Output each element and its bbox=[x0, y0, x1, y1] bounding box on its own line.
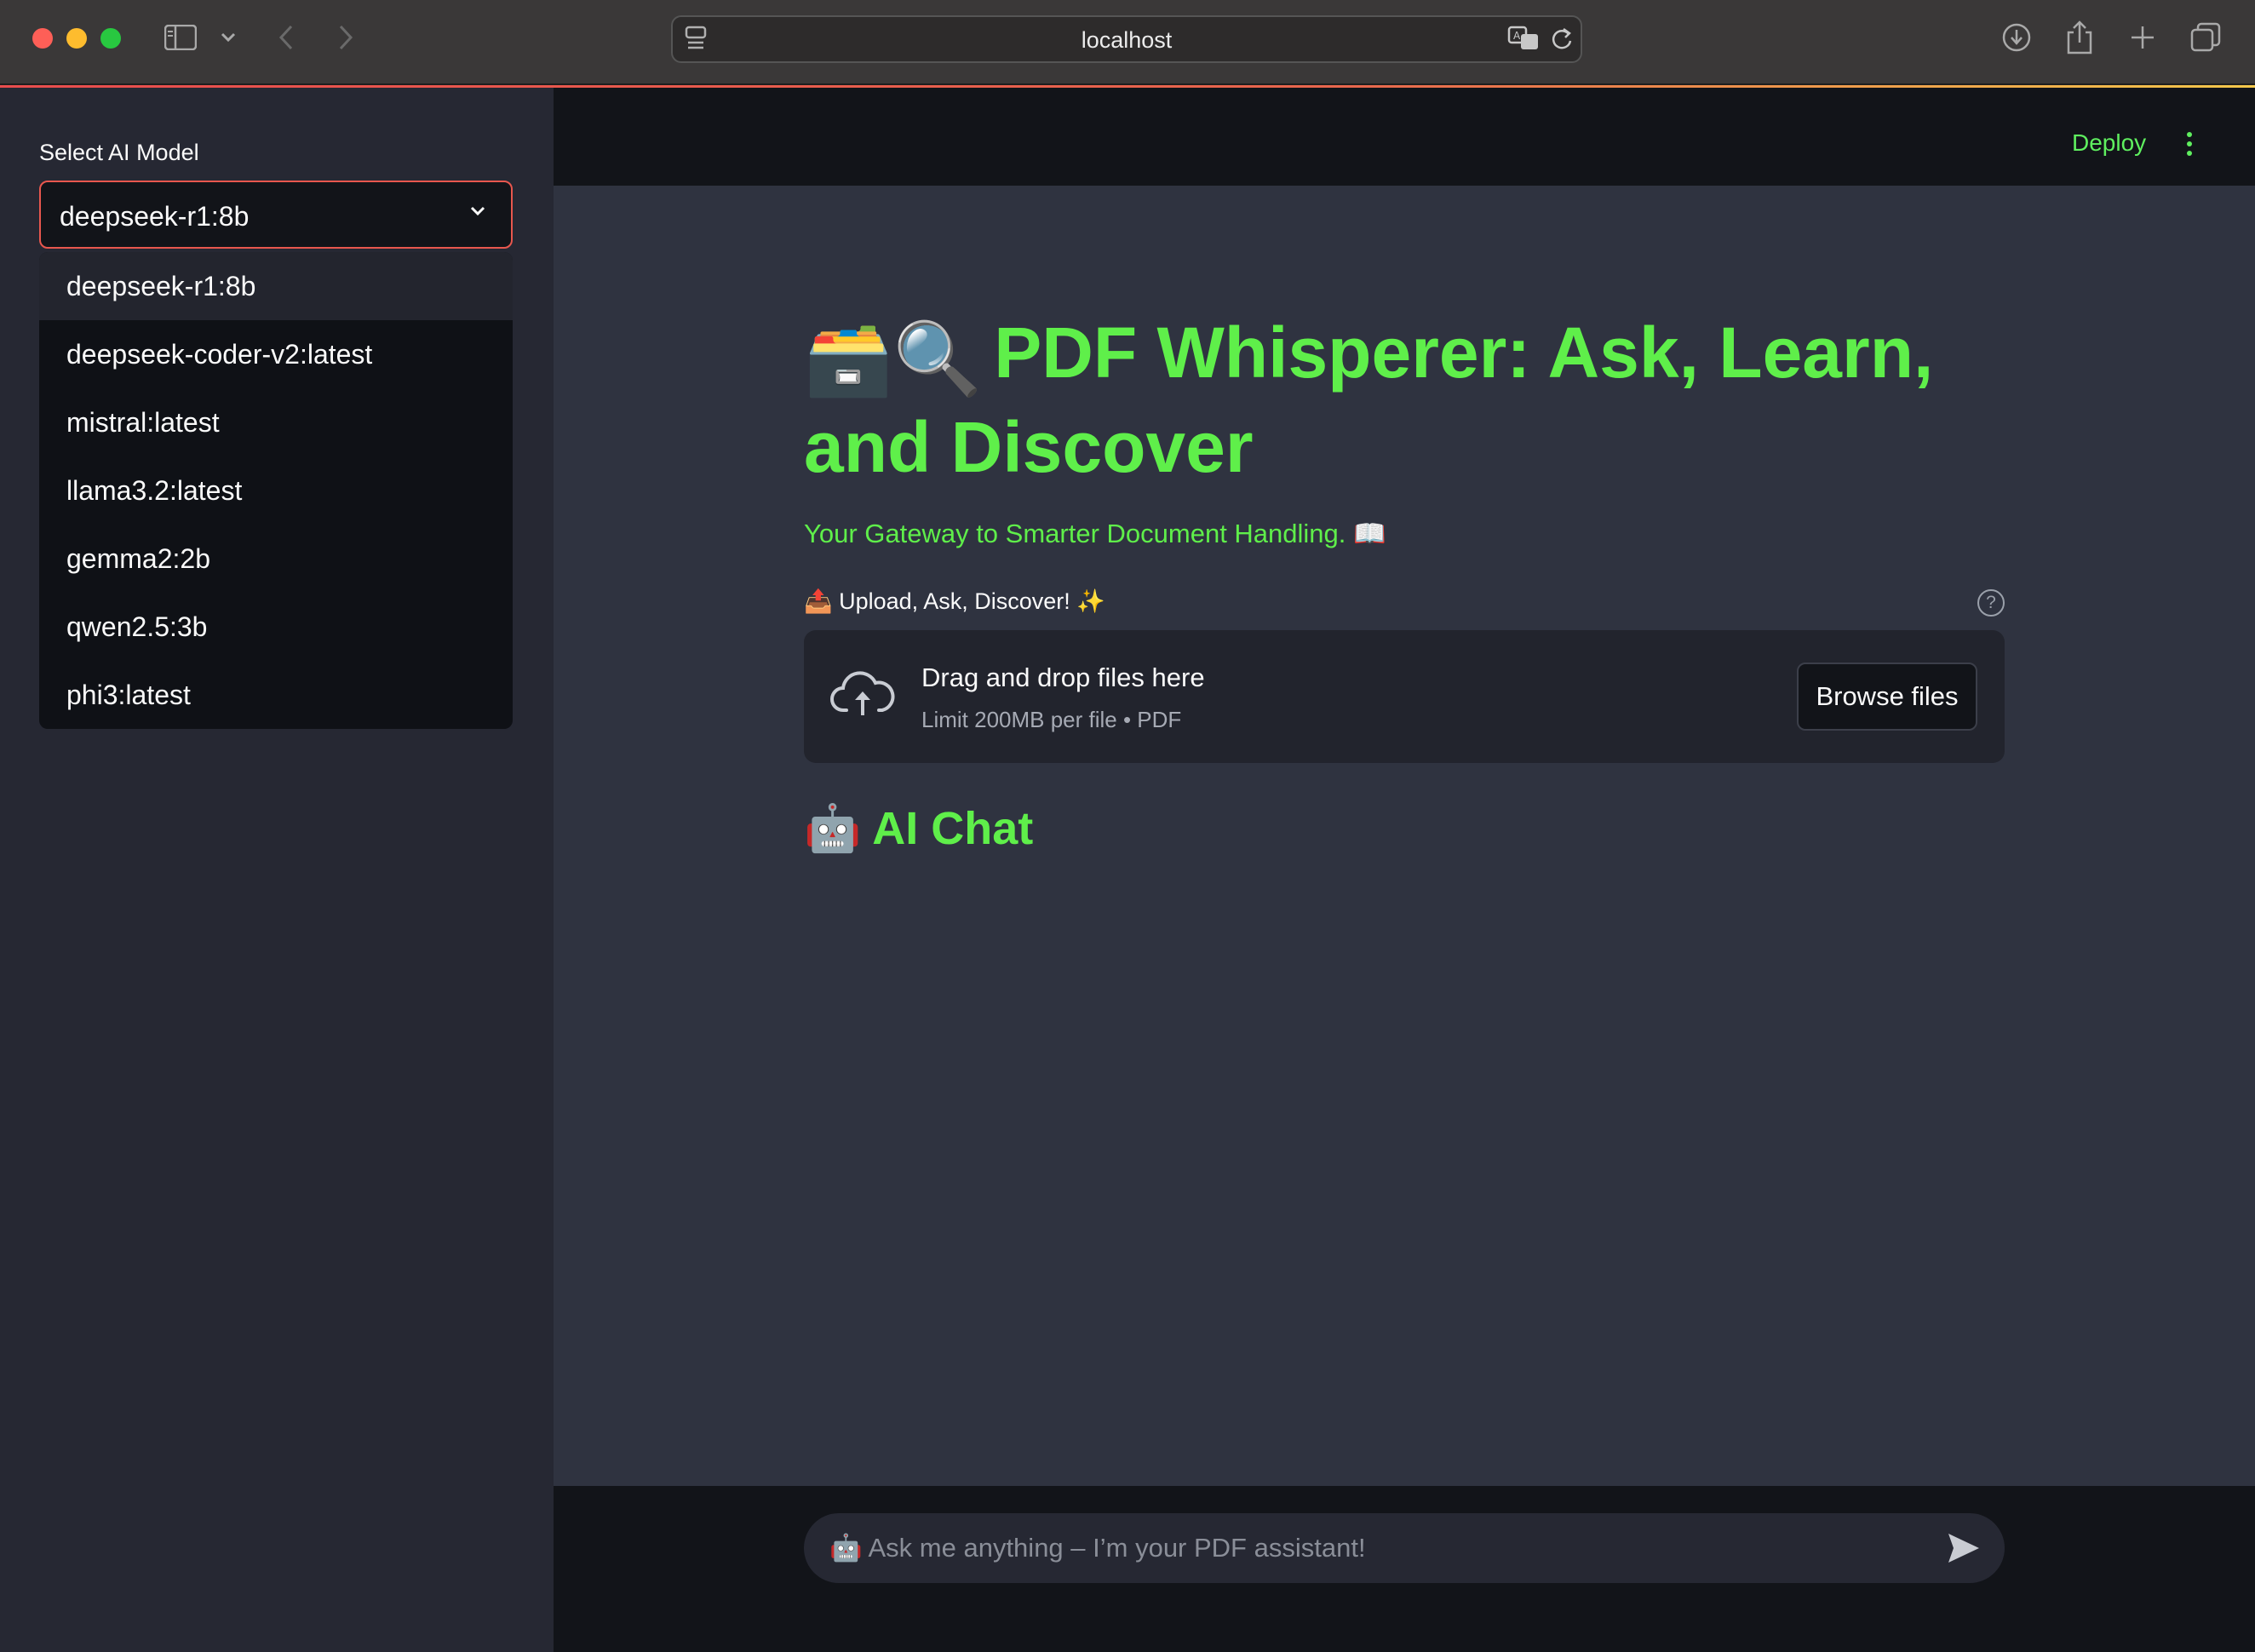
uploader-label: 📤 Upload, Ask, Discover! ✨ bbox=[804, 588, 1105, 614]
url-text: localhost bbox=[1081, 27, 1173, 53]
chevron-down-icon bbox=[470, 206, 485, 216]
download-icon[interactable] bbox=[1998, 19, 2035, 56]
address-bar[interactable]: localhost A bbox=[671, 15, 1582, 63]
translate-icon[interactable]: A bbox=[1507, 24, 1541, 57]
help-icon[interactable]: ? bbox=[1977, 589, 2005, 617]
file-dropzone[interactable]: Drag and drop files here Limit 200MB per… bbox=[804, 630, 2005, 763]
select-model-label: Select AI Model bbox=[39, 140, 199, 165]
dropzone-title: Drag and drop files here bbox=[921, 663, 1205, 692]
dropdown-option-mistral[interactable]: mistral:latest bbox=[39, 388, 513, 456]
cloud-upload-icon bbox=[830, 671, 895, 715]
dropdown-option-phi3[interactable]: phi3:latest bbox=[39, 661, 513, 729]
dropdown-option-llama3-2[interactable]: llama3.2:latest bbox=[39, 456, 513, 525]
dropdown-option-deepseek-coder-v2[interactable]: deepseek-coder-v2:latest bbox=[39, 320, 513, 388]
new-tab-icon[interactable] bbox=[2124, 19, 2161, 56]
zoom-window-button[interactable] bbox=[100, 28, 121, 49]
browse-files-button[interactable]: Browse files bbox=[1797, 663, 1977, 731]
dropdown-option-deepseek-r1-8b[interactable]: deepseek-r1:8b bbox=[39, 252, 513, 320]
deploy-button[interactable]: Deploy bbox=[2072, 129, 2146, 157]
tabs-overview-icon[interactable] bbox=[2187, 19, 2224, 56]
dropzone-limit-text: Limit 200MB per file • PDF bbox=[921, 707, 1182, 732]
svg-text:A: A bbox=[1513, 30, 1521, 42]
page-subtitle: Your Gateway to Smarter Document Handlin… bbox=[804, 519, 1386, 548]
forward-icon[interactable] bbox=[327, 19, 364, 56]
close-window-button[interactable] bbox=[32, 28, 53, 49]
chat-input[interactable]: 🤖 Ask me anything – I’m your PDF assista… bbox=[804, 1513, 2005, 1583]
more-options-icon[interactable] bbox=[2185, 132, 2194, 158]
dropdown-option-gemma2[interactable]: gemma2:2b bbox=[39, 525, 513, 593]
ai-chat-heading: 🤖 AI Chat bbox=[804, 803, 1034, 854]
browser-toolbar: localhost A bbox=[0, 0, 2255, 85]
share-icon[interactable] bbox=[2061, 19, 2098, 56]
page-title: 🗃️🔍 PDF Whisperer: Ask, Learn, and Discov… bbox=[804, 308, 2013, 491]
back-icon[interactable] bbox=[267, 19, 305, 56]
card-box-search-icon: 🗃️🔍 bbox=[804, 318, 983, 399]
minimize-window-button[interactable] bbox=[66, 28, 87, 49]
chat-input-placeholder: 🤖 Ask me anything – I’m your PDF assista… bbox=[829, 1533, 1366, 1563]
model-select[interactable]: deepseek-r1:8b bbox=[39, 181, 513, 249]
dropdown-option-qwen2-5[interactable]: qwen2.5:3b bbox=[39, 593, 513, 661]
model-select-value: deepseek-r1:8b bbox=[60, 201, 250, 232]
sidebar-icon[interactable] bbox=[162, 19, 199, 56]
model-dropdown-menu: deepseek-r1:8b deepseek-coder-v2:latest … bbox=[39, 252, 513, 729]
app-header bbox=[554, 88, 2255, 186]
chevron-down-icon[interactable] bbox=[209, 19, 247, 56]
reload-icon[interactable] bbox=[1550, 24, 1574, 57]
send-icon[interactable] bbox=[1947, 1532, 1981, 1564]
